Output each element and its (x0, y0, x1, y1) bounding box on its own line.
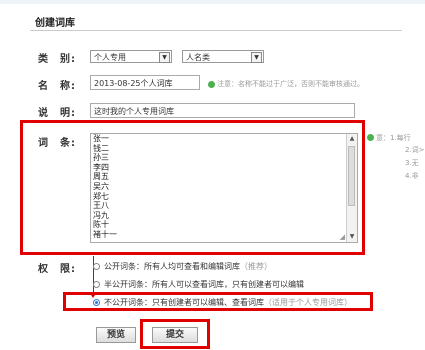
category-select-secondary-value: 人名类 (186, 53, 210, 62)
chevron-down-icon[interactable]: ▼ (159, 52, 170, 63)
entries-side-note-2: 2.词> (405, 146, 425, 154)
description-label: 说 明: (38, 108, 76, 119)
name-input[interactable]: 2013-08-25个人词库 (90, 75, 200, 90)
radio-selected-icon[interactable] (93, 299, 100, 306)
window-top-strip (0, 0, 425, 4)
permission-option-private[interactable]: 不公开词条：只有创建者可以编辑、查看词库（适用于个人专用词库） (93, 297, 352, 308)
category-select-primary[interactable]: 个人专用 ▼ (90, 50, 172, 63)
permission-option-public[interactable]: 公开词条：所有人均可查看和编辑词库（推荐） (93, 261, 272, 272)
radio-icon[interactable] (93, 281, 100, 288)
chevron-down-icon[interactable]: ▼ (251, 52, 262, 63)
name-label: 名 称: (38, 81, 76, 92)
permission-option-private-hint: （适用于个人专用词库） (264, 298, 352, 307)
description-input[interactable]: 这时我的个人专用词库 (90, 103, 355, 118)
info-icon (367, 134, 374, 141)
entries-highlight-box (20, 120, 365, 255)
permission-label: 权 限: (38, 264, 76, 275)
page-title: 创建词库 (35, 18, 75, 29)
category-select-secondary[interactable]: 人名类 ▼ (182, 50, 264, 63)
entries-side-note-3: 3.无 (405, 159, 419, 167)
category-select-primary-value: 个人专用 (94, 53, 126, 62)
category-label: 类 别: (38, 54, 76, 65)
permission-option-public-label: 公开词条：所有人均可查看和编辑词库 (104, 262, 240, 271)
info-icon (208, 80, 215, 88)
preview-button[interactable]: 预览 (96, 327, 136, 343)
permission-option-private-label: 不公开词条：只有创建者可以编辑、查看词库 (104, 298, 264, 307)
entries-side-note-4: 4.非 (405, 172, 419, 180)
entries-side-note-1: 意：1.每行 (376, 134, 411, 142)
submit-button[interactable]: 提交 (152, 327, 198, 343)
title-divider (30, 30, 402, 31)
permission-option-public-hint: （推荐） (240, 262, 272, 271)
permission-option-semi-public-label: 半公开词条：所有人可以查看词库，只有创建者可以编辑 (104, 280, 304, 289)
permission-option-semi-public[interactable]: 半公开词条：所有人可以查看词库，只有创建者可以编辑 (93, 279, 304, 290)
name-note-text: 注意：名称不能过于广泛，否则不能审核通过。 (217, 80, 364, 88)
name-note: 注意：名称不能过于广泛，否则不能审核通过。 (208, 79, 364, 89)
radio-icon[interactable] (93, 263, 100, 270)
